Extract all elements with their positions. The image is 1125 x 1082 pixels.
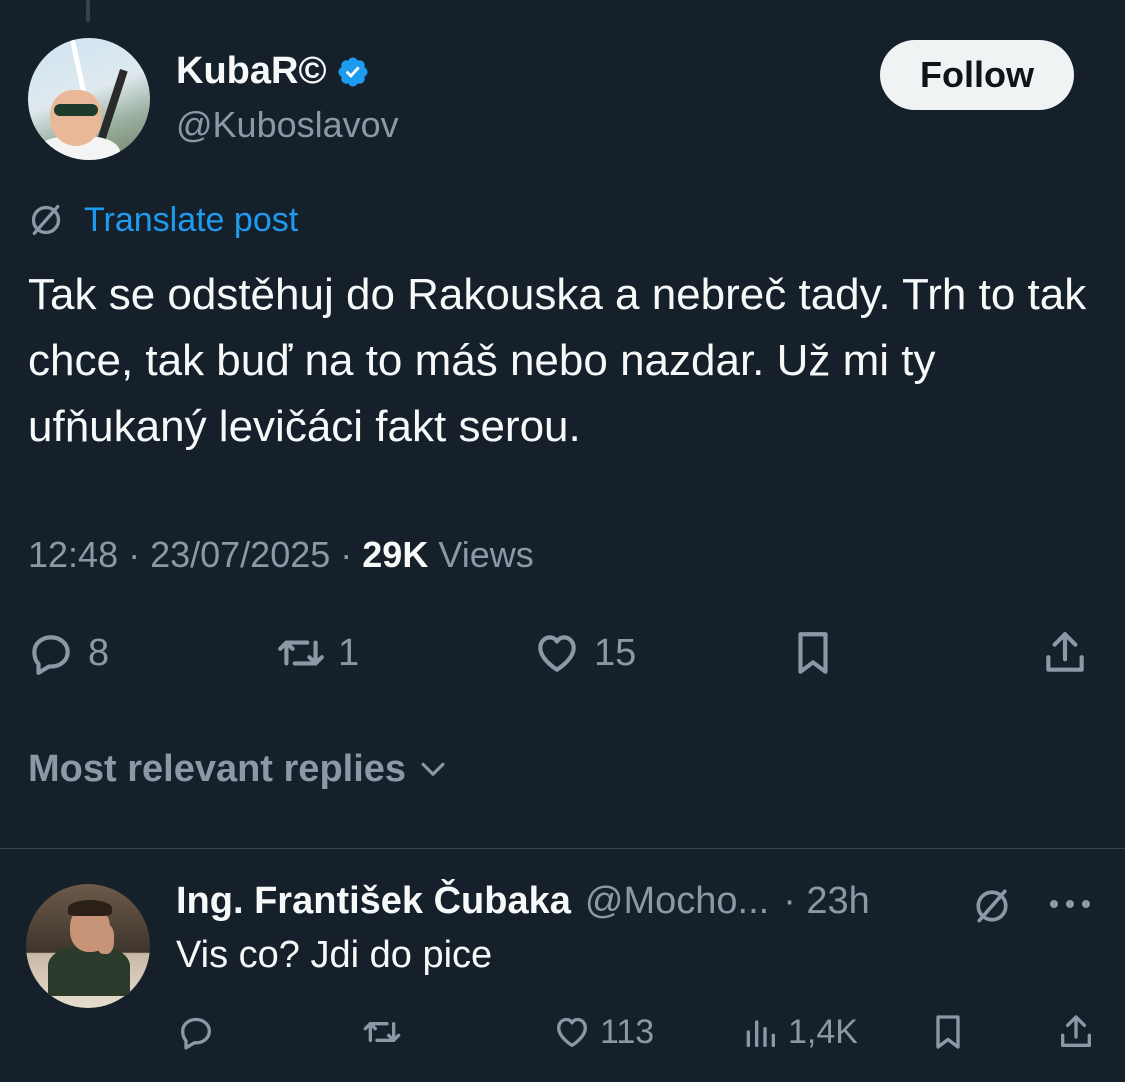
author-name-row[interactable]: KubaR© [176, 50, 370, 93]
reply-reply-button[interactable] [176, 1012, 216, 1052]
reply-text: Vis co? Jdi do pice [176, 934, 493, 976]
repost-button[interactable]: 1 [276, 628, 359, 678]
reply-like-count: 113 [600, 1012, 655, 1051]
post-text: Tak se odstěhuj do Rakouska a nebreč tad… [28, 270, 1087, 451]
bookmark-icon [798, 632, 828, 674]
views-label: Views [438, 534, 534, 575]
translate-post-link[interactable]: Translate post [26, 200, 298, 240]
author-handle[interactable]: @Kuboslavov [176, 104, 399, 146]
views-icon [746, 1020, 775, 1047]
replies-sort-dropdown[interactable]: Most relevant replies [28, 748, 450, 791]
reply-like-button[interactable]: 113 [552, 1012, 654, 1052]
reply-share-button[interactable] [1056, 1012, 1096, 1052]
sort-label[interactable]: Most relevant replies [28, 748, 406, 791]
reply-views-count: 1,4K [788, 1012, 858, 1051]
reply-repost-button[interactable] [362, 1012, 402, 1052]
meta-separator: · [128, 534, 141, 575]
reply-author-avatar[interactable] [26, 884, 150, 1008]
share-icon [1046, 632, 1084, 672]
reply-icon [32, 635, 70, 675]
reply-icon [181, 1017, 211, 1050]
post-meta: 12:48 · 23/07/2025 · 29K Views [28, 534, 534, 576]
like-count: 15 [594, 631, 637, 674]
like-icon [538, 635, 576, 672]
chevron-down-icon [421, 762, 445, 776]
reply-button[interactable]: 8 [26, 628, 109, 678]
bookmark-button[interactable] [788, 628, 838, 678]
repost-count: 1 [338, 631, 360, 674]
thread-line [86, 0, 90, 22]
repost-icon [278, 640, 324, 666]
reply-views-button[interactable]: 1,4K [740, 1012, 858, 1052]
repost-icon [363, 1022, 401, 1042]
more-icon[interactable] [1046, 884, 1094, 924]
reply-count: 8 [88, 631, 110, 674]
reply-author-handle[interactable]: @Mocho... [585, 880, 769, 923]
meta-separator: · [340, 534, 353, 575]
share-icon [1061, 1015, 1091, 1047]
like-icon [557, 1017, 587, 1047]
reply-header: Ing. František Čubaka @Mocho... · 23h [176, 880, 870, 923]
reply-time[interactable]: · 23h [783, 880, 870, 923]
translate-icon [31, 205, 61, 235]
author-name[interactable]: KubaR© [176, 50, 326, 93]
reply-actions: 113 1,4K [0, 1008, 1125, 1058]
like-button[interactable]: 15 [532, 628, 636, 678]
author-avatar[interactable] [28, 38, 150, 160]
post-date[interactable]: 23/07/2025 [150, 534, 330, 576]
verified-badge-icon [338, 56, 368, 87]
translate-icon[interactable] [970, 884, 1014, 928]
post-time[interactable]: 12:48 [28, 534, 118, 576]
reply-author-name[interactable]: Ing. František Čubaka [176, 880, 571, 923]
translate-label[interactable]: Translate post [84, 201, 298, 240]
views-count: 29K [362, 534, 429, 575]
share-button[interactable] [1040, 628, 1090, 678]
post-actions: 8 1 15 [0, 622, 1125, 692]
divider [0, 848, 1125, 849]
bookmark-icon [936, 1015, 960, 1049]
follow-button[interactable]: Follow [880, 40, 1074, 110]
reply-bookmark-button[interactable] [928, 1012, 968, 1052]
